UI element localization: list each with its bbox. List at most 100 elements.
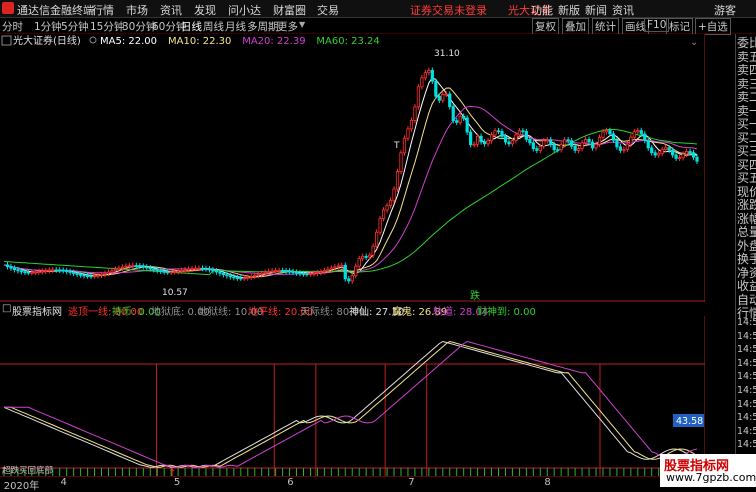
candle-body: [54, 269, 58, 272]
candle-body: [284, 270, 288, 273]
candle-body: [120, 266, 125, 269]
candle-body: [340, 264, 344, 267]
watermark-url: www.7gpzb.com: [666, 471, 756, 484]
tool-restore-rights[interactable]: 复权: [532, 18, 559, 35]
candle-body: [256, 273, 260, 276]
candle-body: [117, 267, 121, 270]
high-price-label: 31.10: [434, 49, 460, 59]
candle-body: [197, 267, 201, 270]
candle-body: [235, 277, 239, 279]
menu-bar: 通达信金融终端 行情 市场 资讯 发现 问小达 财富圈 交易 证券交易未登录 光…: [0, 0, 756, 18]
price-chart[interactable]: 30.0028.0026.0024.0022.0020.0018.0016.00…: [0, 34, 705, 302]
quote-side-panel: 委比 卖五 卖四 卖三 卖二 卖一 买一 买二 买三 买四 买五 现价 涨跌 涨幅 总量 外盘 换手 净资 收益 自动…: [735, 34, 756, 475]
chart-menu-icon[interactable]: [1, 35, 12, 46]
chart-collapse-icon[interactable]: ⌄: [690, 37, 698, 48]
tool-overlay[interactable]: 叠加: [562, 18, 589, 35]
candle-body: [406, 128, 410, 139]
candle-body: [138, 265, 142, 268]
tool-add-watchlist[interactable]: +自选: [695, 18, 731, 35]
period-tab-15m[interactable]: 15分钟: [90, 19, 124, 34]
candle-body: [423, 72, 427, 79]
menu-item-headlines[interactable]: 新闻: [585, 2, 607, 18]
time-axis-label: 5: [173, 477, 181, 488]
time-axis: 2020年456789: [0, 476, 756, 492]
candle-body: [486, 140, 490, 145]
menu-item-function[interactable]: 功能: [531, 2, 553, 18]
candle-body: [444, 93, 448, 96]
candle-body: [72, 272, 76, 274]
candle-body: [434, 80, 438, 97]
tool-mark[interactable]: 标记: [666, 18, 693, 35]
guest-label[interactable]: 游客: [714, 2, 736, 18]
menu-item-discover[interactable]: 发现: [194, 2, 216, 18]
candle-body: [622, 148, 626, 151]
current-value: 43.58: [676, 416, 703, 427]
candle-body: [503, 136, 508, 143]
period-tab-tick[interactable]: 分时: [2, 19, 23, 34]
menu-item-info[interactable]: 资讯: [612, 2, 634, 18]
period-tab-daily[interactable]: 日线: [181, 19, 202, 34]
candle-body: [127, 265, 131, 268]
candle-body: [357, 258, 361, 267]
candle-body: [99, 273, 104, 276]
period-tab-1m[interactable]: 1分钟: [34, 19, 62, 34]
candle-body: [371, 245, 375, 256]
candle-body: [625, 143, 629, 150]
candle-body: [253, 275, 257, 277]
period-tab-weekly[interactable]: 周线: [203, 19, 224, 34]
candle-body: [451, 106, 455, 122]
menu-item-quotes[interactable]: 行情: [92, 2, 114, 18]
candle-body: [618, 146, 622, 151]
login-status[interactable]: 证券交易未登录: [410, 2, 487, 18]
period-tab-monthly[interactable]: 月线: [225, 19, 246, 34]
side-panel-item: 14:56: [737, 357, 756, 369]
candle-body: [531, 142, 535, 149]
candle-body: [343, 264, 347, 280]
candle-body: [538, 145, 542, 151]
menu-item-market[interactable]: 市场: [126, 2, 148, 18]
period-tab-5m[interactable]: 5分钟: [61, 19, 89, 34]
menu-item-new-version[interactable]: 新版: [558, 2, 580, 18]
menu-item-news[interactable]: 资讯: [160, 2, 182, 18]
period-tab-multi[interactable]: 多周期: [247, 19, 279, 34]
menu-item-ask[interactable]: 问小达: [228, 2, 261, 18]
candle-body: [152, 268, 156, 271]
candle-body: [664, 147, 668, 150]
tool-statistics[interactable]: 统计: [592, 18, 619, 35]
candle-body: [287, 270, 292, 273]
period-tab-more[interactable]: 更多: [277, 19, 298, 34]
candle-body: [277, 270, 281, 272]
candle-body: [92, 275, 97, 278]
candle-body: [58, 269, 62, 272]
candle-body: [611, 133, 616, 141]
candle-body: [650, 147, 654, 154]
candle-body: [646, 140, 650, 149]
candle-body: [563, 139, 567, 145]
indicator-menu-icon[interactable]: □: [2, 303, 11, 314]
candle-body: [455, 120, 459, 123]
ma-legend-item: MA60: 23.24: [316, 36, 379, 47]
ma-legend-item: MA10: 22.30: [168, 36, 231, 47]
candle-body: [489, 134, 494, 142]
candle-body: [479, 135, 483, 143]
menu-item-wealth[interactable]: 财富圈: [273, 2, 306, 18]
candle-body: [615, 139, 619, 148]
candle-body: [681, 153, 685, 159]
menu-item-trade[interactable]: 交易: [317, 2, 339, 18]
candle-body: [270, 270, 274, 273]
chevron-down-icon[interactable]: ▼: [299, 20, 305, 29]
candle-body: [437, 95, 441, 101]
candle-body: [162, 270, 166, 273]
candle-body: [131, 265, 135, 267]
candle-body: [218, 271, 222, 274]
side-panel-item: 14:56: [737, 425, 756, 437]
candle-body: [40, 270, 44, 273]
indicator-chart[interactable]: 90.0075.0060.0045.0030.00 43.58 超跌买回底部 ↑: [0, 316, 705, 476]
candle-body: [9, 266, 13, 269]
candle-body: [19, 270, 24, 273]
candle-body: [409, 119, 414, 130]
candle-body: [399, 152, 403, 172]
candle-body: [12, 267, 17, 271]
candle-body: [204, 267, 208, 270]
candle-body: [385, 205, 389, 211]
